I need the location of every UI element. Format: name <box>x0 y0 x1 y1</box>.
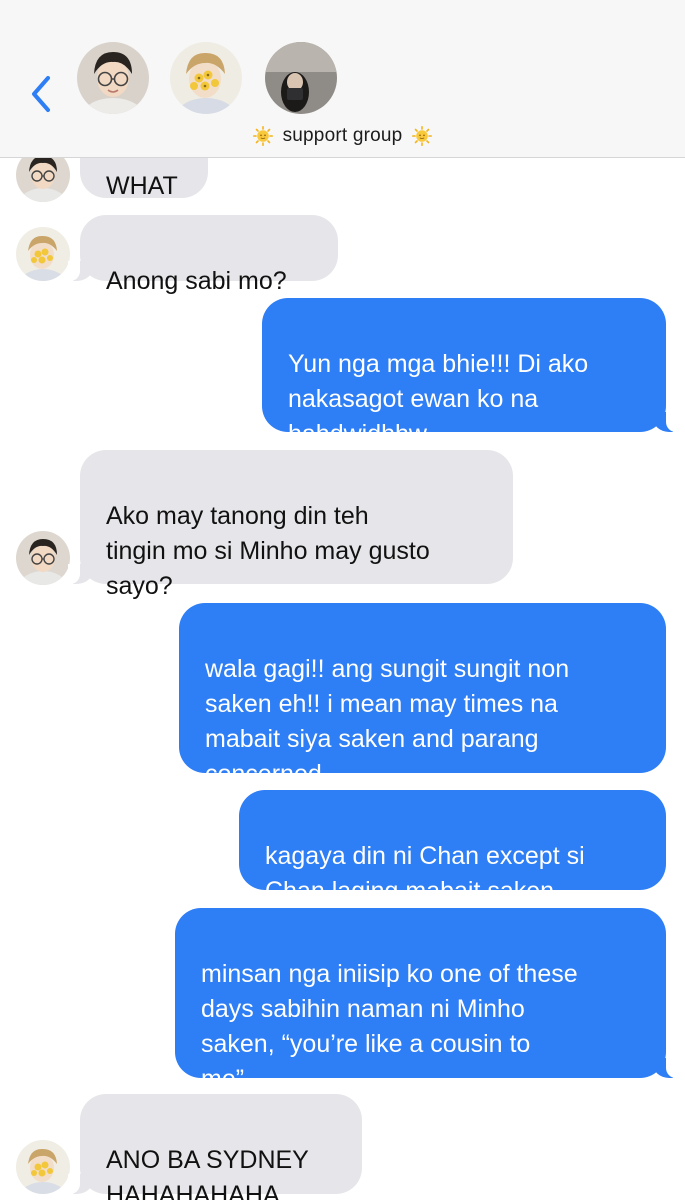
member-avatar-glasses[interactable] <box>77 42 149 114</box>
message-text: kagaya din ni Chan except si Chan laging… <box>265 842 585 905</box>
member-avatar-dark[interactable] <box>265 42 337 114</box>
message-text: Anong sabi mo? <box>106 267 287 295</box>
sun-face-icon <box>412 126 433 146</box>
message-bubble-outgoing[interactable]: minsan nga iniisip ko one of these days … <box>175 908 678 1093</box>
message-bubble-incoming[interactable]: Ako may tanong din teh tingin mo si Minh… <box>68 450 513 600</box>
message-text: minsan nga iniisip ko one of these days … <box>201 960 578 1093</box>
message-text: ANO BA SYDNEY HAHAHAHAHA <box>106 1146 309 1200</box>
sun-face-icon <box>252 126 273 146</box>
member-avatar-flower[interactable] <box>170 42 242 114</box>
message-bubble-incoming[interactable]: Anong sabi mo? <box>68 215 338 295</box>
message-bubble-incoming[interactable]: ANO BA SYDNEY HAHAHAHAHA <box>68 1094 362 1200</box>
back-button[interactable] <box>22 74 62 114</box>
conversation-header: support group <box>0 0 685 158</box>
message-thread[interactable]: WHAT Anong sabi mo? Yun nga mga bhie!!! … <box>0 0 685 1200</box>
group-name-row[interactable]: support group <box>0 122 685 150</box>
chevron-left-icon <box>32 76 50 112</box>
friend-flower-avatar[interactable] <box>16 1140 70 1194</box>
message-bubble-outgoing[interactable]: Yun nga mga bhie!!! Di ako nakasagot ewa… <box>262 298 678 448</box>
message-bubble-outgoing[interactable]: kagaya din ni Chan except si Chan laging… <box>239 790 666 905</box>
friend-flower-avatar[interactable] <box>16 227 70 281</box>
message-bubble-outgoing[interactable]: wala gagi!! ang sungit sungit non saken … <box>179 603 666 788</box>
message-text: wala gagi!! ang sungit sungit non saken … <box>205 655 570 788</box>
group-name-label: support group <box>282 125 403 146</box>
message-text: Yun nga mga bhie!!! Di ako nakasagot ewa… <box>288 350 589 448</box>
message-text: WHAT <box>106 172 178 200</box>
friend-glasses-avatar[interactable] <box>16 531 70 585</box>
message-text: Ako may tanong din teh tingin mo si Minh… <box>106 502 430 600</box>
